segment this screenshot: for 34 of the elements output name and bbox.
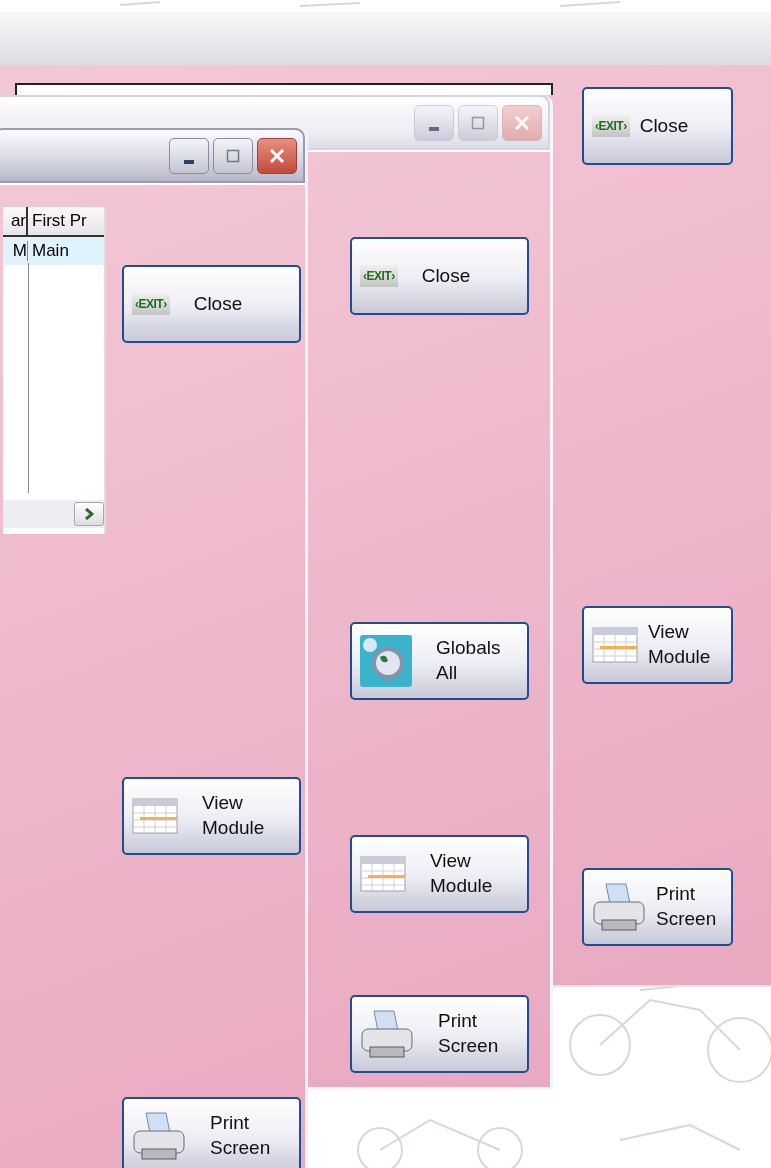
calendar-icon — [592, 627, 638, 663]
toolbar-button[interactable]: View Module — [122, 777, 301, 855]
exit-sign-icon: ‹EXIT› — [132, 293, 170, 315]
calendar-icon — [360, 856, 406, 892]
table-row[interactable]: M Main — [3, 237, 104, 265]
exit-sign-icon: ‹EXIT› — [360, 265, 398, 287]
close-icon — [514, 114, 530, 131]
horizontal-scrollbar[interactable] — [3, 500, 104, 528]
toolbar-button[interactable]: ‹EXIT› Close — [582, 87, 733, 165]
maximize-button[interactable] — [213, 137, 253, 174]
table-cell: M — [3, 241, 28, 261]
minimize-button[interactable] — [169, 137, 209, 174]
calendar-icon — [132, 798, 178, 834]
toolbar-button[interactable]: Print Screen — [122, 1097, 301, 1168]
close-button[interactable] — [257, 137, 297, 174]
globe-icon — [360, 635, 412, 687]
scroll-right-button[interactable] — [74, 502, 104, 526]
chevron-right-icon — [84, 508, 94, 520]
column-header[interactable]: First Pr — [28, 211, 104, 231]
exit-sign-icon: ‹EXIT› — [592, 115, 630, 137]
maximize-icon — [471, 115, 485, 130]
close-icon — [269, 147, 285, 164]
toolbar-button[interactable]: ‹EXIT› Close — [122, 265, 301, 343]
printer-icon — [592, 882, 646, 932]
printer-icon — [132, 1111, 186, 1161]
printer-icon — [360, 1009, 414, 1059]
maximize-icon — [226, 148, 240, 163]
text-field[interactable] — [15, 83, 553, 95]
toolbar-button[interactable]: Print Screen — [582, 868, 733, 946]
column-header[interactable]: ar — [3, 207, 28, 235]
minimize-icon — [184, 159, 194, 164]
minimize-icon — [429, 126, 439, 131]
toolbar-button[interactable]: View Module — [582, 606, 733, 684]
table-cell-text: Main — [31, 241, 70, 261]
